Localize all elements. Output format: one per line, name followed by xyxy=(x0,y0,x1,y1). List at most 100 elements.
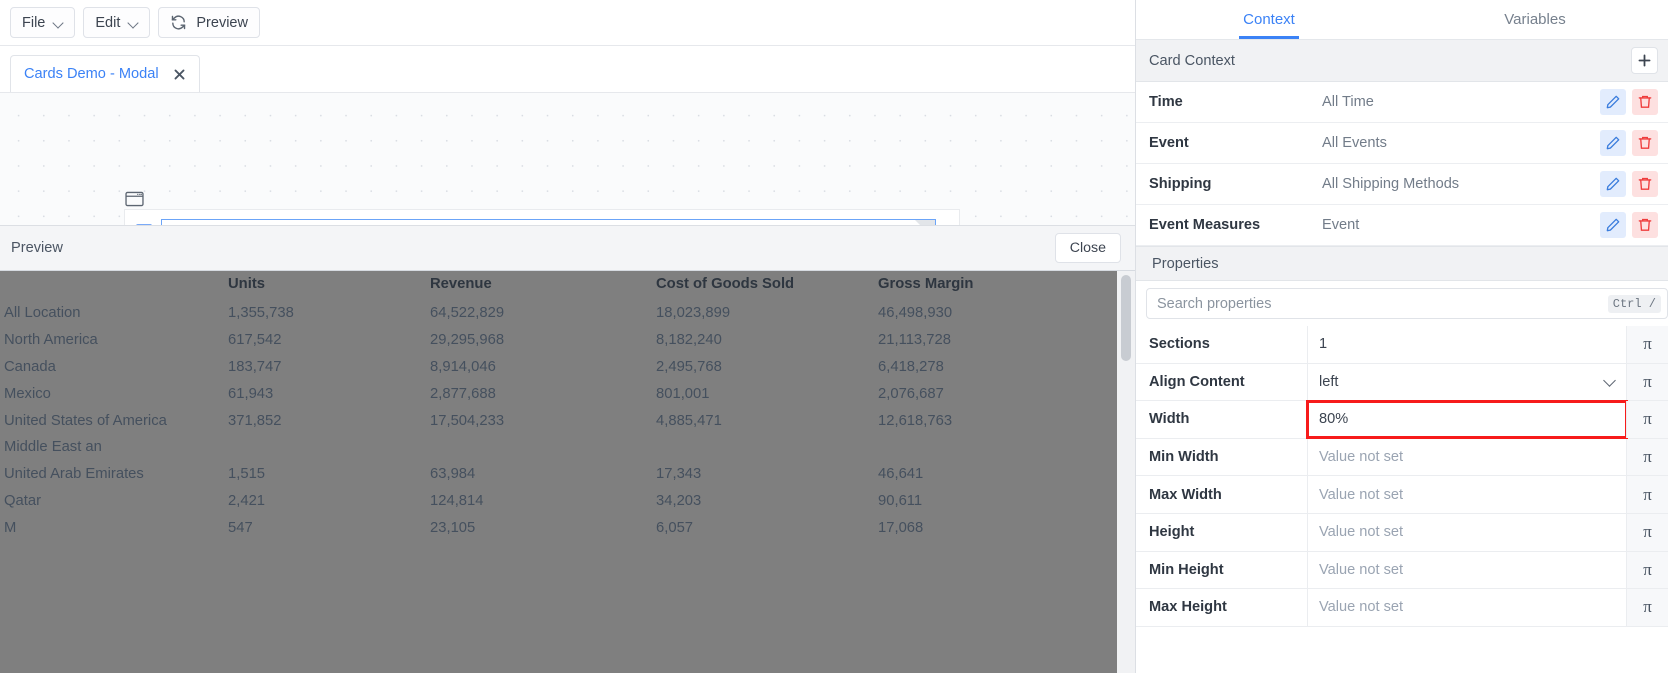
expression-toggle-button[interactable]: π xyxy=(1626,326,1668,363)
table-row[interactable]: United States of America371,85217,504,23… xyxy=(0,407,1118,434)
table-row[interactable]: All Location1,355,73864,522,82918,023,89… xyxy=(0,300,1118,327)
section-selector-icon[interactable] xyxy=(135,224,153,225)
delete-context-button[interactable] xyxy=(1632,89,1658,115)
search-shortcut-hint: Ctrl / xyxy=(1608,295,1661,313)
property-name: Max Width xyxy=(1136,476,1308,513)
edit-context-button[interactable] xyxy=(1600,212,1626,238)
table-row[interactable]: M54723,1056,05717,068 xyxy=(0,514,1118,541)
property-name: Min Height xyxy=(1136,552,1308,589)
table-row[interactable]: Canada183,7478,914,0462,495,7686,418,278 xyxy=(0,354,1118,381)
col-header-units: Units xyxy=(228,271,430,300)
edit-context-button[interactable] xyxy=(1600,130,1626,156)
tab-label: Cards Demo - Modal xyxy=(24,66,159,82)
file-menu-button[interactable]: File xyxy=(10,7,75,38)
cell-units: 371,852 xyxy=(228,407,430,434)
preview-data-table: Units Revenue Cost of Goods Sold Gross M… xyxy=(0,271,1118,541)
cell-revenue: 2,877,688 xyxy=(430,380,656,407)
cell-units: 1,515 xyxy=(228,461,430,488)
context-row[interactable]: TimeAll Time xyxy=(1136,82,1668,123)
edit-context-button[interactable] xyxy=(1600,89,1626,115)
expression-toggle-button[interactable]: π xyxy=(1626,514,1668,551)
tab-cards-demo-modal[interactable]: Cards Demo - Modal xyxy=(10,55,200,92)
tab-variables[interactable]: Variables xyxy=(1402,0,1668,39)
property-value-text: Value not set xyxy=(1319,449,1403,465)
expression-toggle-button[interactable]: π xyxy=(1626,589,1668,626)
search-input[interactable] xyxy=(1157,296,1608,312)
cell-units xyxy=(228,434,430,461)
close-icon[interactable] xyxy=(173,68,186,81)
table-row[interactable]: North America617,54229,295,9688,182,2402… xyxy=(0,327,1118,354)
property-row[interactable]: Min WidthValue not setπ xyxy=(1136,439,1668,477)
card-window-icon[interactable] xyxy=(125,191,144,207)
property-value-input[interactable]: 1 xyxy=(1308,326,1626,363)
cell-location: Middle East an xyxy=(0,434,228,461)
add-context-button[interactable] xyxy=(1631,47,1658,74)
delete-context-button[interactable] xyxy=(1632,130,1658,156)
property-value-input[interactable]: 80% xyxy=(1308,402,1626,437)
property-value-input[interactable]: Value not set xyxy=(1308,476,1626,513)
expression-toggle-button[interactable]: π xyxy=(1626,364,1668,401)
cell-location: Canada xyxy=(0,354,228,381)
property-value-input[interactable]: Value not set xyxy=(1308,514,1626,551)
table-row[interactable]: Middle East an xyxy=(0,434,1118,461)
plus-icon xyxy=(1637,53,1652,68)
tab-context-label: Context xyxy=(1243,11,1295,28)
expression-toggle-button[interactable]: π xyxy=(1626,439,1668,476)
preview-scrollbar[interactable] xyxy=(1117,271,1135,673)
edit-menu-button[interactable]: Edit xyxy=(83,7,150,38)
preview-button[interactable]: Preview xyxy=(158,7,260,38)
property-row[interactable]: Sections1π xyxy=(1136,326,1668,364)
context-row[interactable]: ShippingAll Shipping Methods xyxy=(1136,164,1668,205)
table-row[interactable]: United Arab Emirates1,51563,98417,34346,… xyxy=(0,461,1118,488)
context-name: Event xyxy=(1149,135,1322,151)
cell-location: United States of America xyxy=(0,407,228,434)
property-value-input[interactable]: Value not set xyxy=(1308,439,1626,476)
property-select[interactable]: left xyxy=(1308,364,1626,401)
context-row[interactable]: Event MeasuresEvent xyxy=(1136,205,1668,246)
property-value-input[interactable]: Value not set xyxy=(1308,552,1626,589)
refresh-icon xyxy=(170,14,187,31)
resize-handle[interactable] xyxy=(915,220,935,225)
table-header-row: Units Revenue Cost of Goods Sold Gross M… xyxy=(0,271,1118,300)
trash-icon xyxy=(1637,135,1653,151)
preview-body[interactable]: Units Revenue Cost of Goods Sold Gross M… xyxy=(0,271,1135,673)
expression-toggle-button[interactable]: π xyxy=(1626,552,1668,589)
cell-revenue: 64,522,829 xyxy=(430,300,656,327)
context-name: Time xyxy=(1149,94,1322,110)
table-row[interactable]: Qatar2,421124,81434,20390,611 xyxy=(0,488,1118,515)
property-row[interactable]: HeightValue not setπ xyxy=(1136,514,1668,552)
property-row[interactable]: Max Width Value not set π xyxy=(1136,476,1668,514)
cell-cogs: 18,023,899 xyxy=(656,300,878,327)
col-header-margin: Gross Margin xyxy=(878,271,1118,300)
card-context-list: TimeAll TimeEventAll EventsShippingAll S… xyxy=(1136,82,1668,246)
property-value-input[interactable]: Value not set xyxy=(1308,589,1626,626)
property-value-text: Value not set xyxy=(1319,487,1403,503)
cell-cogs: 6,057 xyxy=(656,514,878,541)
col-header-location xyxy=(0,271,228,300)
close-preview-button[interactable]: Close xyxy=(1055,233,1121,263)
properties-search-box[interactable]: Ctrl / xyxy=(1146,288,1668,319)
context-value: Event xyxy=(1322,217,1594,233)
delete-context-button[interactable] xyxy=(1632,212,1658,238)
property-row[interactable]: Max HeightValue not setπ xyxy=(1136,589,1668,627)
canvas-cell-text-1[interactable]: Text xyxy=(161,219,936,225)
property-name: Height xyxy=(1136,514,1308,551)
delete-context-button[interactable] xyxy=(1632,171,1658,197)
design-canvas[interactable]: Text xyxy=(0,93,1135,225)
property-row[interactable]: Align Contentleftπ xyxy=(1136,364,1668,402)
expression-toggle-button[interactable]: π xyxy=(1626,401,1668,438)
edit-context-button[interactable] xyxy=(1600,171,1626,197)
cell-margin: 6,418,278 xyxy=(878,354,1118,381)
table-row[interactable]: Mexico61,9432,877,688801,0012,076,687 xyxy=(0,380,1118,407)
context-name: Event Measures xyxy=(1149,217,1322,233)
context-row[interactable]: EventAll Events xyxy=(1136,123,1668,164)
property-row[interactable]: Min HeightValue not setπ xyxy=(1136,552,1668,590)
cell-margin xyxy=(878,434,1118,461)
preview-scrollbar-thumb[interactable] xyxy=(1121,275,1131,361)
expression-toggle-button[interactable]: π xyxy=(1626,476,1668,513)
tab-context[interactable]: Context xyxy=(1136,0,1402,39)
property-row[interactable]: Width80%π xyxy=(1136,401,1668,439)
cell-revenue: 23,105 xyxy=(430,514,656,541)
chevron-down-icon xyxy=(54,18,63,27)
property-name: Sections xyxy=(1136,326,1308,363)
